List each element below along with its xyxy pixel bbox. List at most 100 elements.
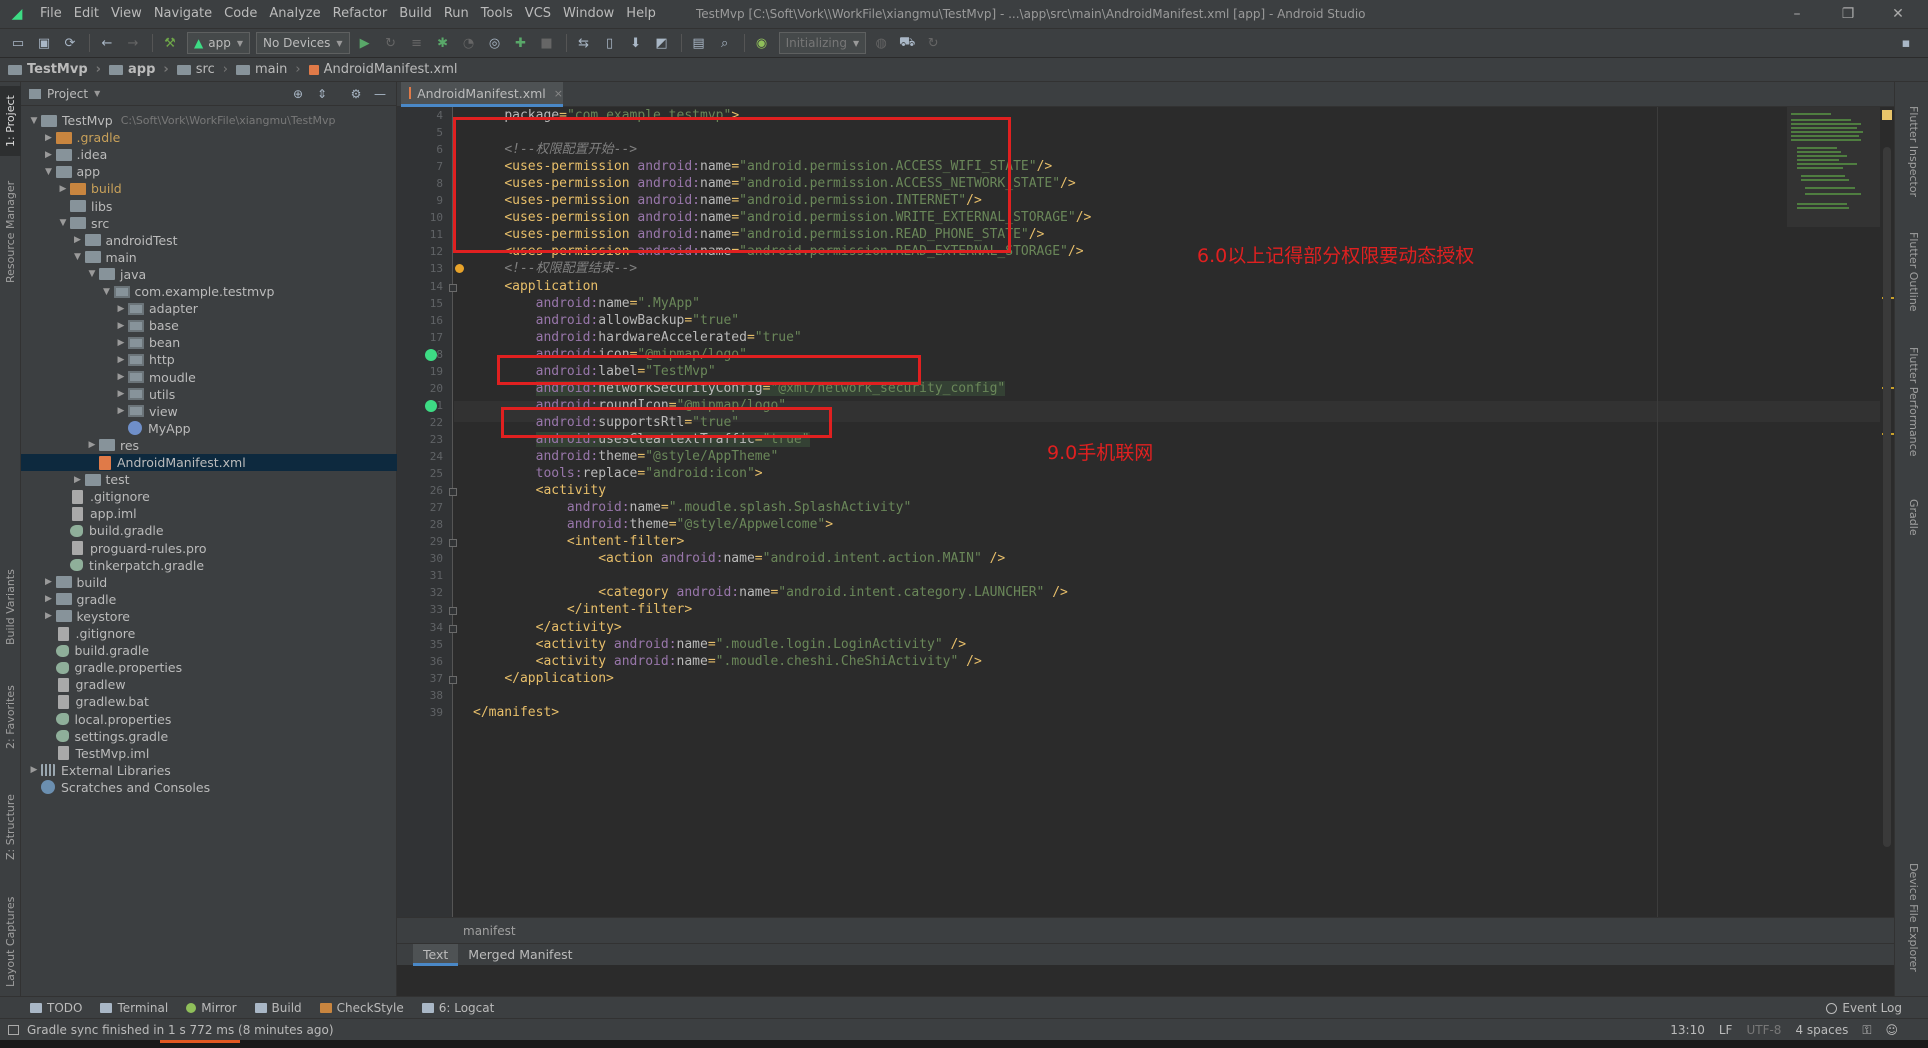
chevron-right-icon[interactable]: ▶ [42,611,56,621]
tree-item[interactable]: ▶ test [21,471,397,488]
attach-debugger-icon[interactable]: ◎ [483,32,507,54]
menu-edit[interactable]: Edit [68,0,105,28]
chevron-down-icon[interactable]: ▼ [85,269,99,279]
code-line[interactable]: </manifest> [473,702,559,723]
tree-item[interactable]: TestMvp.iml [21,745,397,762]
menu-help[interactable]: Help [620,0,662,28]
chevron-right-icon[interactable]: ▶ [56,184,70,194]
tree-item[interactable]: settings.gradle [21,728,397,745]
tool-terminal[interactable]: Terminal [100,1001,168,1015]
tree-item[interactable]: ▶ build [21,180,397,197]
tree-item[interactable]: ▶ build [21,574,397,591]
tab-androidmanifest[interactable]: AndroidManifest.xml × [401,82,563,107]
gradle-sync-icon[interactable]: ⇆ [572,32,596,54]
save-all-icon[interactable]: ▣ [32,32,56,54]
chevron-down-icon[interactable]: ▼ [94,89,100,98]
maximize-button[interactable]: ❐ [1826,0,1870,28]
chevron-right-icon[interactable]: ▶ [27,765,41,775]
tab-flutter-performance[interactable]: Flutter Performance [1903,332,1924,472]
tool-mirror[interactable]: Mirror [186,1001,237,1015]
indent-setting[interactable]: 4 spaces [1795,1023,1848,1037]
tree-item[interactable]: ▼ src [21,215,397,232]
status-message[interactable]: Gradle sync finished in 1 s 772 ms (8 mi… [27,1023,334,1037]
chevron-down-icon[interactable]: ▼ [71,252,85,262]
open-folder-icon[interactable]: ▭ [6,32,30,54]
gear-icon[interactable]: ⚙ [347,85,365,103]
lock-icon[interactable]: ⚿ [1862,1023,1871,1038]
chevron-down-icon[interactable]: ▼ [56,218,70,228]
tree-item[interactable]: local.properties [21,711,397,728]
menu-view[interactable]: View [105,0,148,28]
apply-changes-icon[interactable]: ↻ [379,32,403,54]
breadcrumb-item-manifest[interactable]: AndroidManifest.xml [308,62,457,77]
menu-navigate[interactable]: Navigate [148,0,218,28]
flutter-attach-icon[interactable]: ◍ [869,32,893,54]
android-icon-preview-icon[interactable] [425,348,437,361]
flutter-globe-icon[interactable]: ◉ [750,32,774,54]
tree-item[interactable]: ▶ gradle [21,591,397,608]
intention-bulb-icon[interactable] [455,264,464,274]
code-line[interactable]: <action android:name="android.intent.act… [473,548,1005,569]
tree-item[interactable]: ▼ main [21,249,397,266]
chevron-right-icon[interactable]: ▶ [71,475,85,485]
close-icon[interactable]: × [554,87,563,100]
tab-gradle[interactable]: Gradle [1903,482,1924,552]
chevron-right-icon[interactable]: ▶ [71,235,85,245]
shopping-cart-icon[interactable]: ⛟ [895,32,919,54]
tree-item[interactable]: ▶ moudle [21,369,397,386]
tab-layout-captures[interactable]: Layout Captures [0,882,21,1002]
project-view-select[interactable]: Project [47,87,88,101]
caret-position[interactable]: 13:10 [1670,1023,1705,1037]
tab-resource-manager[interactable]: Resource Manager [0,172,21,292]
user-icon[interactable]: ▪ [1894,32,1918,54]
run-coverage-icon[interactable]: ✚ [509,32,533,54]
fold-toggle-icon[interactable] [449,624,457,633]
tab-device-file-explorer[interactable]: Device File Explorer [1903,842,1924,992]
sdk-manager-icon[interactable]: ⬇ [624,32,648,54]
file-encoding[interactable]: UTF-8 [1746,1023,1781,1037]
tree-item[interactable]: ▶ adapter [21,300,397,317]
chevron-right-icon[interactable]: ▶ [85,440,99,450]
tab-structure[interactable]: Z: Structure [0,782,21,872]
status-panel-icon[interactable] [8,1024,19,1035]
breadcrumb-item-testmvp[interactable]: TestMvp › [8,62,109,77]
profile-icon[interactable]: ◔ [457,32,481,54]
chevron-right-icon[interactable]: ▶ [114,372,128,382]
menu-code[interactable]: Code [218,0,263,28]
menu-run[interactable]: Run [438,0,475,28]
tree-item[interactable]: proguard-rules.pro [21,540,397,557]
device-manager-icon[interactable]: ◩ [650,32,674,54]
fold-toggle-icon[interactable] [449,539,457,548]
tree-item[interactable]: tinkerpatch.gradle [21,557,397,574]
make-project-hammer-icon[interactable]: ⚒ [158,32,182,54]
tool-checkstyle[interactable]: CheckStyle [319,1001,404,1015]
tree-item[interactable]: .gitignore [21,488,397,505]
tree-item[interactable]: gradlew [21,676,397,693]
run-config-select[interactable]: ▲ app ▼ [187,32,250,54]
hide-panel-icon[interactable]: — [371,85,389,103]
stop-icon[interactable]: ■ [535,32,559,54]
tab-flutter-outline[interactable]: Flutter Outline [1903,222,1924,322]
inspection-status-icon[interactable] [1882,110,1892,120]
breadcrumb-item-app[interactable]: app › [109,62,177,77]
chevron-right-icon[interactable]: ▶ [114,304,128,314]
tree-item[interactable]: .gitignore [21,625,397,642]
menu-tools[interactable]: Tools [475,0,519,28]
run-play-icon[interactable]: ▶ [353,32,377,54]
menu-build[interactable]: Build [393,0,438,28]
tree-item[interactable]: ▶ .idea [21,146,397,163]
tree-item[interactable]: ▶ .gradle [21,129,397,146]
fold-toggle-icon[interactable] [449,675,457,684]
tree-item[interactable]: ▶ keystore [21,608,397,625]
menu-vcs[interactable]: VCS [519,0,557,28]
tree-item[interactable]: MyApp [21,420,397,437]
tree-item[interactable]: ▶ bean [21,334,397,351]
close-window-button[interactable]: ✕ [1876,0,1920,28]
tree-item[interactable]: gradlew.bat [21,693,397,710]
tree-item[interactable]: build.gradle [21,522,397,539]
minimap[interactable] [1787,107,1887,227]
tree-item[interactable]: ▶ base [21,317,397,334]
tree-item[interactable]: libs [21,198,397,215]
forward-arrow-icon[interactable]: → [121,32,145,54]
chevron-right-icon[interactable]: ▶ [42,594,56,604]
